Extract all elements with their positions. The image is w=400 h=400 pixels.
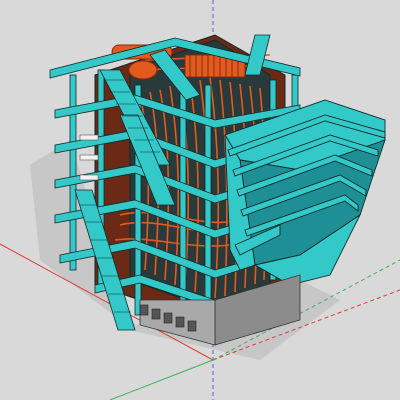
model-canvas[interactable]	[0, 0, 400, 400]
backpass-hopper[interactable]	[224, 99, 386, 286]
3d-viewport[interactable]	[0, 0, 400, 400]
green-axis	[109, 359, 214, 400]
